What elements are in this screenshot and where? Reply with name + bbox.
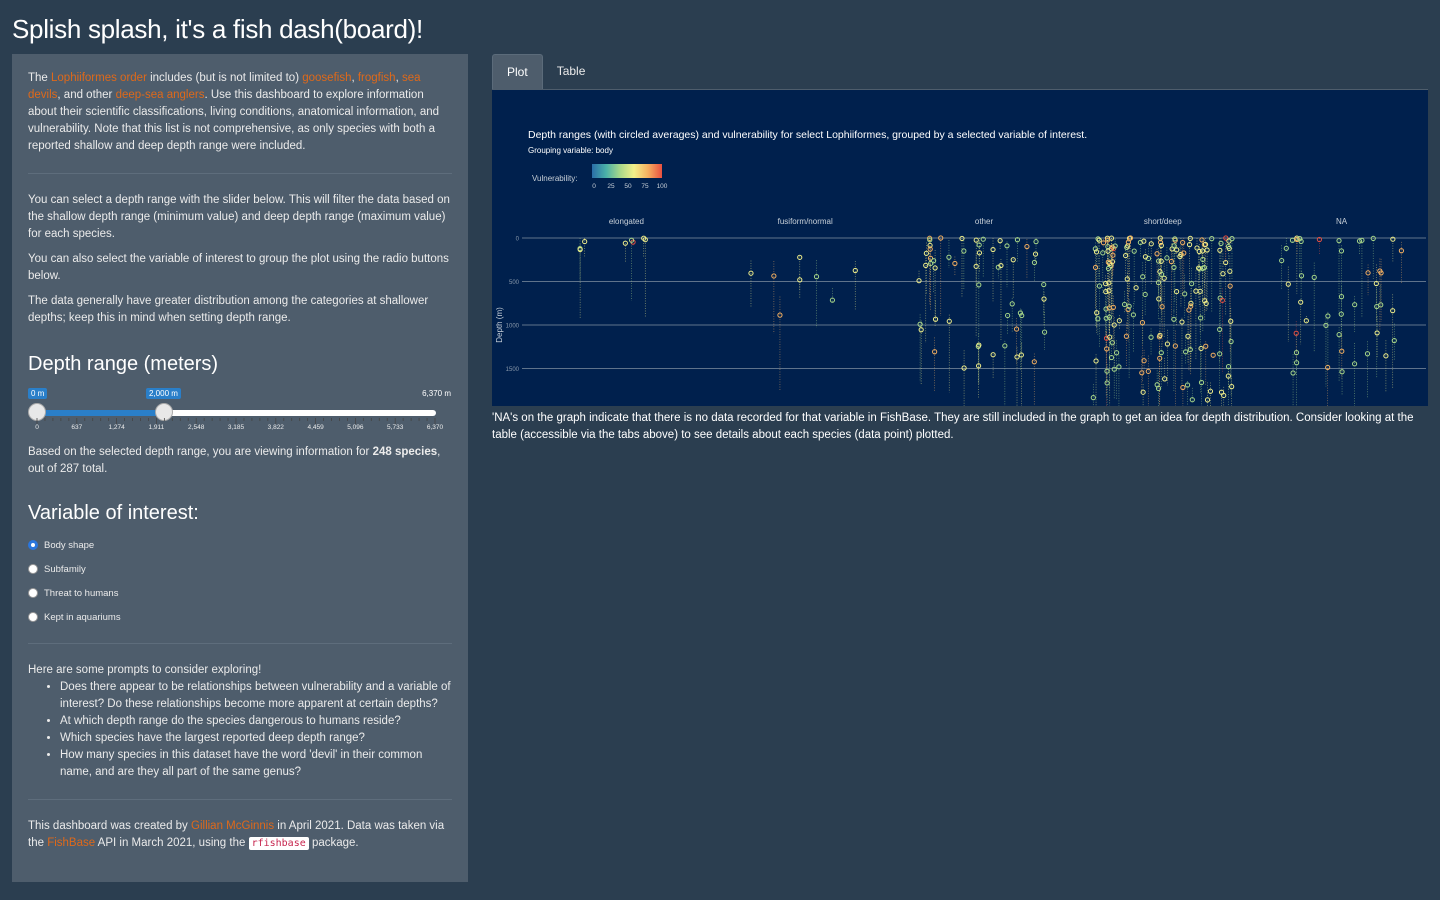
legend-title: Vulnerability: (532, 174, 578, 183)
link-fishbase[interactable]: FishBase (47, 837, 95, 849)
facet-label: NA (1336, 217, 1348, 226)
facet-label: other (975, 217, 994, 226)
slider-tick-label: 1,274 (108, 424, 125, 431)
radio-label: Body shape (44, 539, 95, 551)
list-item: Which species have the largest reported … (60, 730, 452, 747)
slider-tick-label: 6,370 (426, 424, 444, 431)
prompts-intro: Here are some prompts to consider explor… (28, 664, 262, 676)
prompts-section: Here are some prompts to consider explor… (28, 662, 452, 781)
facet-label: elongated (609, 217, 644, 226)
tab-plot[interactable]: Plot (492, 54, 543, 89)
instruction-text: You can also select the variable of inte… (28, 253, 449, 282)
radio-label: Subfamily (44, 563, 86, 575)
average-depth-point (1352, 302, 1358, 308)
intro-paragraph: The Lophiiformes order includes (but is … (28, 72, 440, 152)
y-tick-label: 500 (509, 280, 520, 286)
divider (28, 799, 452, 800)
link-deep-sea-anglers[interactable]: deep-sea anglers (116, 89, 205, 101)
average-depth-point (1024, 243, 1030, 250)
chart-title: Depth ranges (with circled averages) and… (528, 129, 1087, 141)
facet-label: fusiform/normal (778, 217, 833, 226)
variable-radio-group: Body shape Subfamily Threat to humans Kept … (28, 533, 452, 629)
main-panel: Plot Table Depth ranges (with circled av… (492, 54, 1428, 444)
list-item: At which depth range do the species dang… (60, 713, 452, 730)
radio-button[interactable] (28, 588, 38, 598)
app-title: Splish splash, it's a fish dash(board)! (12, 14, 423, 44)
facet-label: short/deep (1144, 217, 1182, 226)
link-goosefish[interactable]: goosefish (302, 72, 351, 84)
list-item: How many species in this dataset have th… (60, 747, 452, 781)
legend-colorbar (592, 164, 662, 178)
chart-svg: Depth ranges (with circled averages) and… (495, 129, 1426, 440)
radio-button[interactable] (28, 612, 38, 622)
instruction-text: The data generally have greater distribu… (28, 295, 429, 324)
slider-max-label: 6,370 m (422, 389, 451, 398)
slider-tick-label: 0 (35, 424, 39, 431)
link-author[interactable]: Gillian McGinnis (191, 820, 274, 832)
radio-button[interactable] (28, 564, 38, 574)
slider-selected-label: 2,000 m (146, 388, 181, 399)
slider-tick-label: 3,185 (227, 424, 245, 431)
radio-option-threat-to-humans[interactable]: Threat to humans (28, 581, 452, 605)
depth-range-title: Depth range (meters) (28, 353, 219, 375)
slider-tick-label: 5,733 (387, 424, 404, 431)
y-axis-label: Depth (m) (495, 307, 504, 343)
legend-tick-label: 75 (641, 183, 649, 190)
legend-tick-label: 25 (607, 183, 615, 190)
slider-tick-label: 637 (71, 424, 83, 431)
variable-title: Variable of interest: (28, 502, 199, 524)
y-tick-label: 0 (516, 237, 520, 243)
instruction-text: You can select a depth range with the sl… (28, 194, 450, 240)
slider-tick-label: 2,548 (188, 424, 205, 431)
average-depth-point (1162, 376, 1168, 382)
y-tick-label: 1500 (506, 367, 520, 373)
slider-min-label: 0 m (28, 388, 48, 399)
slider-tick-label: 4,459 (307, 424, 324, 431)
divider (28, 643, 452, 644)
average-depth-point (1002, 343, 1008, 349)
link-lophiiformes-order[interactable]: Lophiiformes order (51, 72, 147, 84)
radio-option-body-shape[interactable]: Body shape (28, 533, 452, 557)
average-depth-point (932, 316, 939, 322)
divider (28, 173, 452, 174)
average-depth-point (916, 278, 922, 284)
legend-tick-label: 100 (657, 183, 668, 190)
slider-selected-range (36, 410, 164, 416)
y-tick-label: 1000 (506, 324, 520, 330)
tab-bar: Plot Table (492, 54, 1428, 90)
link-frogfish[interactable]: frogfish (358, 72, 396, 84)
radio-option-subfamily[interactable]: Subfamily (28, 557, 452, 581)
slider-tick-label: 5,096 (347, 424, 364, 431)
radio-button[interactable] (28, 540, 38, 550)
radio-option-kept-in-aquariums[interactable]: Kept in aquariums (28, 605, 452, 629)
depth-range-slider[interactable]: 0 m 2,000 m 6,370 m 0 637 1,274 1,911 2,548 3… (28, 386, 452, 436)
sidebar-panel: The Lophiiformes order includes (but is … (12, 54, 468, 882)
slider-tick-label: 3,822 (267, 424, 284, 431)
list-item: Does there appear to be relationships be… (60, 679, 452, 713)
tab-table[interactable]: Table (543, 54, 600, 89)
legend-tick-label: 50 (624, 183, 632, 190)
slider-tick-label: 1,911 (148, 424, 165, 431)
depth-chart: Depth ranges (with circled averages) and… (492, 90, 1428, 440)
legend-tick-label: 0 (592, 183, 596, 190)
species-count: 248 species (372, 446, 438, 458)
package-code: rfishbase (248, 837, 309, 850)
radio-label: Kept in aquariums (44, 611, 121, 623)
chart-subtitle: Grouping variable: body (528, 146, 613, 155)
footer-text: This dashboard was created by Gillian Mc… (28, 820, 445, 850)
plot-note: 'NA's on the graph indicate that there i… (492, 412, 1414, 441)
prompts-list: Does there appear to be relationships be… (60, 679, 452, 781)
summary-text: Based on the selected depth range, you a… (28, 446, 441, 475)
radio-label: Threat to humans (44, 587, 119, 599)
